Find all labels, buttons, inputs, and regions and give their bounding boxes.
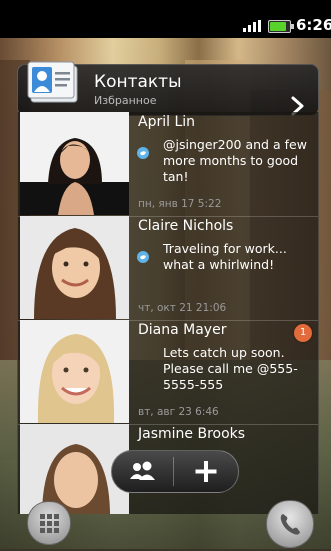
unread-badge: 1 (294, 324, 312, 342)
widget-subtitle: Избранное (94, 94, 157, 107)
app-drawer-button[interactable] (27, 501, 71, 545)
list-item[interactable]: April Lin @jsinger200 and a few more mon… (18, 112, 318, 217)
contact-name: Diana Mayer (138, 322, 227, 338)
add-contact-button[interactable] (174, 451, 238, 492)
phone-button[interactable] (266, 500, 314, 548)
twitter-bird-icon (136, 249, 150, 263)
twitter-bird-icon (136, 145, 150, 159)
contact-card-icon (26, 60, 81, 106)
status-bar: 6:26 (0, 0, 331, 38)
group-button[interactable] (112, 451, 173, 492)
contact-name: Claire Nichols (138, 218, 234, 234)
status-timestamp: чт, окт 21 21:06 (138, 302, 227, 314)
contact-status-message: Lets catch up soon. Please call me @555-… (163, 345, 298, 392)
contact-status-message: @jsinger200 and a few more months to goo… (163, 137, 307, 184)
avatar[interactable] (20, 112, 129, 215)
contacts-widget: Контакты Избранное April Lin @jsinger200… (10, 46, 322, 514)
grid-icon (40, 514, 59, 533)
avatar[interactable] (20, 216, 129, 319)
widget-title: Контакты (94, 72, 182, 92)
plus-icon (195, 461, 217, 482)
contact-status-message: Traveling for work... what a whirlwind! (163, 241, 287, 272)
people-icon (130, 461, 155, 480)
status-timestamp: пн, янв 17 5:22 (138, 198, 222, 210)
widget-action-bar (111, 450, 239, 493)
avatar[interactable] (20, 320, 129, 423)
status-clock: 6:26 (296, 16, 331, 34)
battery-icon (268, 20, 294, 33)
status-timestamp: вт, авг 23 6:46 (138, 406, 219, 418)
contact-name: Jasmine Brooks (138, 426, 246, 442)
list-item[interactable]: Diana Mayer 1 Lets catch up soon. Please… (18, 320, 318, 425)
signal-icon (243, 20, 263, 32)
list-item[interactable]: Claire Nichols Traveling for work... wha… (18, 216, 318, 321)
contact-name: April Lin (138, 114, 196, 130)
phone-icon (280, 514, 300, 535)
